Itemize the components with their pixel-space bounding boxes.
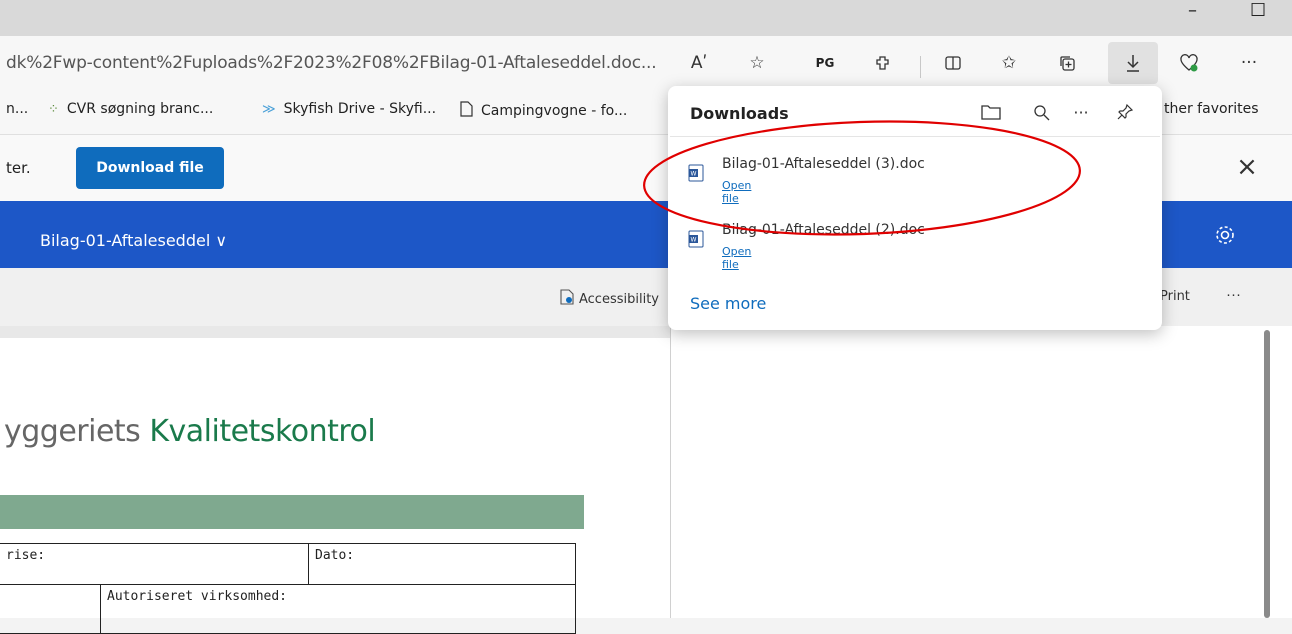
- read-aloud-icon[interactable]: Aʹ: [686, 50, 712, 76]
- document-side-pane: [670, 326, 1292, 618]
- favorite-item[interactable]: n...: [6, 101, 28, 117]
- favorite-label: Campingvogne - fo...: [481, 103, 628, 119]
- favorite-label: Skyfish Drive - Skyfi...: [283, 101, 437, 117]
- form-cell: Dato:: [308, 543, 576, 585]
- table-header-bar: [0, 495, 584, 529]
- print-button[interactable]: Print: [1160, 289, 1190, 304]
- open-file-link[interactable]: Open file: [722, 245, 751, 271]
- more-icon[interactable]: ···: [1236, 50, 1262, 76]
- see-more-link[interactable]: See more: [690, 294, 766, 313]
- split-screen-icon[interactable]: [940, 50, 966, 76]
- other-favorites[interactable]: ther favorites: [1164, 101, 1259, 117]
- favorite-star-icon[interactable]: ☆: [744, 50, 770, 76]
- form-table: rise: Dato: Autoriseret virksomhed:: [0, 543, 576, 634]
- form-cell-label: Autoriseret virksomhed:: [107, 589, 288, 604]
- form-cell-label: Dato:: [315, 548, 355, 563]
- gear-icon[interactable]: [1212, 222, 1238, 248]
- page-icon: [460, 101, 473, 121]
- pg-extension-icon[interactable]: PG: [812, 50, 838, 76]
- window-titlebar: [0, 0, 1292, 36]
- document-heading: yggeriets Kvalitetskontrol: [4, 414, 376, 449]
- form-cell: Autoriseret virksomhed:: [100, 584, 576, 634]
- skyfish-icon: ≫: [262, 101, 276, 117]
- address-bar-row: dk%2Fwp-content%2Fuploads%2F2023%2F08%2F…: [0, 36, 1292, 90]
- close-icon[interactable]: ×: [1232, 152, 1262, 182]
- dots-icon: ⁘: [48, 101, 59, 117]
- favorite-label: n...: [6, 101, 29, 117]
- collections-icon[interactable]: [1054, 50, 1080, 76]
- favorite-item[interactable]: ≫ Skyfish Drive - Skyfi...: [262, 101, 436, 117]
- ribbon-more-icon[interactable]: ···: [1226, 286, 1241, 303]
- minimize-button[interactable]: –: [1188, 0, 1197, 21]
- favorite-item[interactable]: Campingvogne - fo...: [460, 101, 627, 121]
- scrollbar[interactable]: [1264, 330, 1270, 618]
- maximize-button[interactable]: ☐: [1250, 0, 1266, 21]
- pin-icon[interactable]: [1112, 99, 1138, 125]
- favorite-item[interactable]: ⁘ CVR søgning branc...: [48, 101, 213, 117]
- download-icon[interactable]: [1120, 50, 1146, 76]
- other-favorites-label: ther favorites: [1164, 101, 1259, 117]
- toolbar-divider: [920, 56, 921, 78]
- health-icon[interactable]: [1176, 50, 1202, 76]
- download-file-button[interactable]: Download file: [76, 147, 224, 189]
- favorites-icon[interactable]: ✩: [996, 50, 1022, 76]
- heading-green: Kvalitetskontrol: [149, 414, 376, 449]
- document-title[interactable]: Bilag-01-Aftaleseddel ∨: [40, 231, 227, 250]
- favorite-label: CVR søgning branc...: [66, 101, 214, 117]
- form-cell: rise:: [0, 543, 309, 585]
- form-cell: [0, 584, 101, 634]
- address-url[interactable]: dk%2Fwp-content%2Fuploads%2F2023%2F08%2F…: [6, 53, 657, 73]
- accessibility-button[interactable]: Accessibility: [560, 289, 659, 309]
- form-cell-label: rise:: [6, 548, 46, 563]
- heading-prefix: yggeriets: [4, 414, 150, 449]
- accessibility-label: Accessibility: [579, 291, 659, 307]
- accessibility-icon: [560, 289, 575, 309]
- info-bar-text: ter.: [6, 159, 31, 177]
- red-annotation-ellipse: [643, 120, 1081, 236]
- extensions-icon[interactable]: [870, 50, 896, 76]
